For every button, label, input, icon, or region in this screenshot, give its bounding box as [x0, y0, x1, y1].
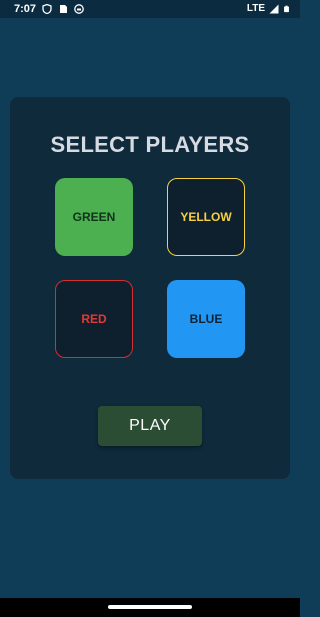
battery-icon	[284, 5, 289, 12]
status-time: 7:07	[14, 3, 37, 15]
player-blue-button[interactable]: BLUE	[167, 280, 245, 358]
player-yellow-button[interactable]: YELLOW	[167, 178, 245, 256]
navigation-bar	[0, 598, 300, 617]
home-gesture-handle[interactable]	[108, 605, 192, 609]
signal-icon	[269, 4, 279, 13]
page-title: SELECT PLAYERS	[50, 132, 250, 157]
player-red-button[interactable]: RED	[55, 280, 133, 358]
sim-icon	[60, 5, 68, 13]
app-notification-icon	[74, 4, 84, 14]
status-left: 7:07	[14, 3, 84, 15]
status-bar: 7:07 LTE	[0, 0, 300, 18]
privacy-icon	[42, 4, 52, 14]
status-right: LTE	[247, 3, 290, 14]
player-green-button[interactable]: GREEN	[55, 178, 133, 256]
network-type: LTE	[246, 3, 265, 14]
play-button[interactable]: PLAY	[98, 406, 202, 446]
